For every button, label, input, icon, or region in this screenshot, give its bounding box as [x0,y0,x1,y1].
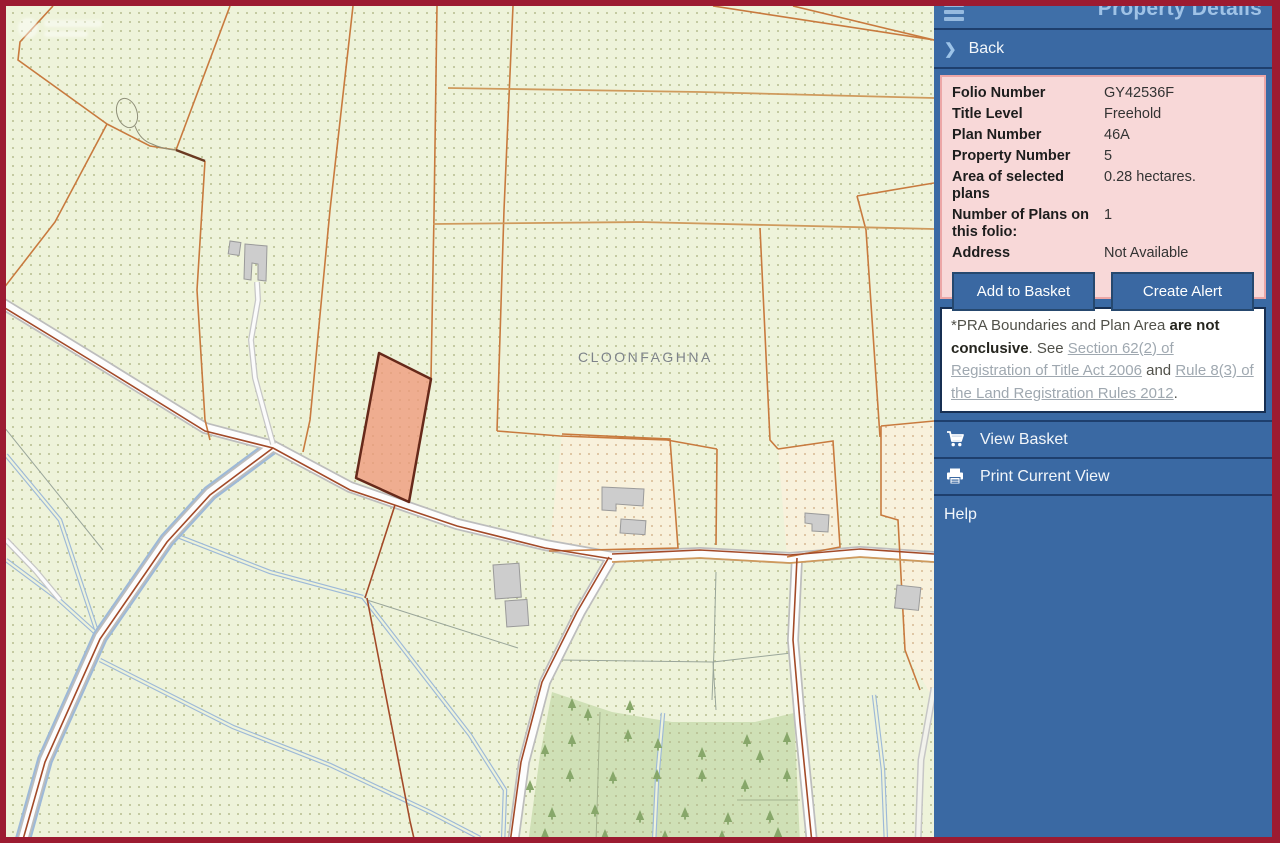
help-menu-item[interactable]: Help [934,496,1272,533]
property-info-panel: Folio Number GY42536F Title Level Freeho… [940,75,1266,299]
page-title: Property Details [1098,6,1262,21]
view-basket-menu-item[interactable]: View Basket [934,422,1272,459]
disclaimer-text: *PRA Boundaries and Plan Area [951,317,1169,334]
property-details-sidebar: Property Details ❯ Back Folio Number GY4… [934,6,1272,837]
app-window: CLOONFAGHNA Property Details ❯ Back Foli… [0,0,1280,843]
boundaries-disclaimer: *PRA Boundaries and Plan Area are not co… [940,307,1266,413]
property-number-value: 5 [1104,148,1264,165]
field-label: Property Number [952,148,1102,165]
field-label: Area of selected plans [952,169,1102,203]
map-viewport[interactable]: CLOONFAGHNA [6,6,934,837]
printer-icon [946,468,970,485]
plan-number-value: 46A [1104,127,1264,144]
area-value: 0.28 hectares. [1104,169,1264,203]
panel-actions: Add to Basket Create Alert [952,272,1254,311]
divider [934,67,1272,69]
hamburger-menu-icon[interactable] [944,6,964,24]
sidebar-header: Property Details [934,6,1272,28]
field-label: Address [952,245,1102,262]
chevron-right-icon: ❯ [944,40,957,58]
add-to-basket-button[interactable]: Add to Basket [952,272,1095,311]
field-label: Plan Number [952,127,1102,144]
cart-icon [946,431,970,448]
map-canvas[interactable]: CLOONFAGHNA [6,6,934,837]
create-alert-button[interactable]: Create Alert [1111,272,1254,311]
folio-number-value: GY42536F [1104,85,1264,102]
field-label: Number of Plans on this folio: [952,207,1102,241]
plans-count-value: 1 [1104,207,1264,241]
back-button[interactable]: ❯ Back [934,30,1272,67]
address-value: Not Available [1104,245,1264,262]
print-current-view-menu-item[interactable]: Print Current View [934,459,1272,496]
property-info-rows: Folio Number GY42536F Title Level Freeho… [952,85,1264,262]
field-label: Folio Number [952,85,1102,102]
field-label: Title Level [952,106,1102,123]
townland-label: CLOONFAGHNA [578,349,713,365]
title-level-value: Freehold [1104,106,1264,123]
